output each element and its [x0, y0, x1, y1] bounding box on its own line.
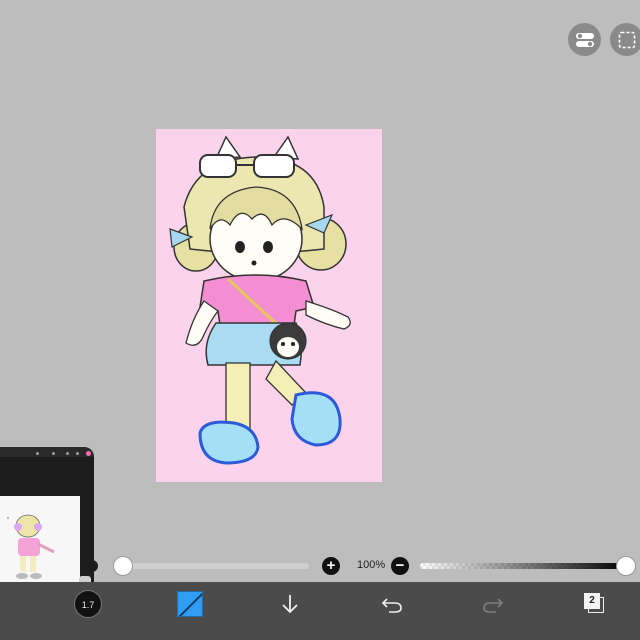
brush-size-slider[interactable]	[123, 563, 309, 569]
reference-window[interactable]	[0, 447, 94, 597]
layers-icon[interactable]: 2	[584, 593, 606, 615]
dashed-selection-icon[interactable]	[610, 23, 640, 56]
workspace[interactable]: + 100% −	[0, 0, 640, 597]
layer-count: 2	[584, 593, 600, 609]
drawing-canvas[interactable]	[156, 129, 382, 482]
brush-size-icon[interactable]: 1.7	[74, 590, 102, 618]
opacity-slider[interactable]	[420, 563, 626, 569]
decrease-opacity-button[interactable]: −	[391, 557, 409, 575]
redo-icon[interactable]	[482, 595, 504, 618]
opacity-label: 100%	[357, 559, 386, 571]
brush-preview-dot	[86, 560, 98, 572]
opacity-knob[interactable]	[616, 556, 636, 576]
character-illustration	[169, 135, 351, 465]
brush-size-knob[interactable]	[113, 556, 133, 576]
increase-size-button[interactable]: +	[322, 557, 340, 575]
toggle-switch-icon[interactable]	[568, 23, 601, 56]
download-arrow-icon[interactable]	[280, 593, 300, 620]
reference-toolbar	[0, 447, 94, 457]
color-swatch-icon[interactable]	[177, 591, 203, 617]
undo-icon[interactable]	[381, 595, 403, 618]
